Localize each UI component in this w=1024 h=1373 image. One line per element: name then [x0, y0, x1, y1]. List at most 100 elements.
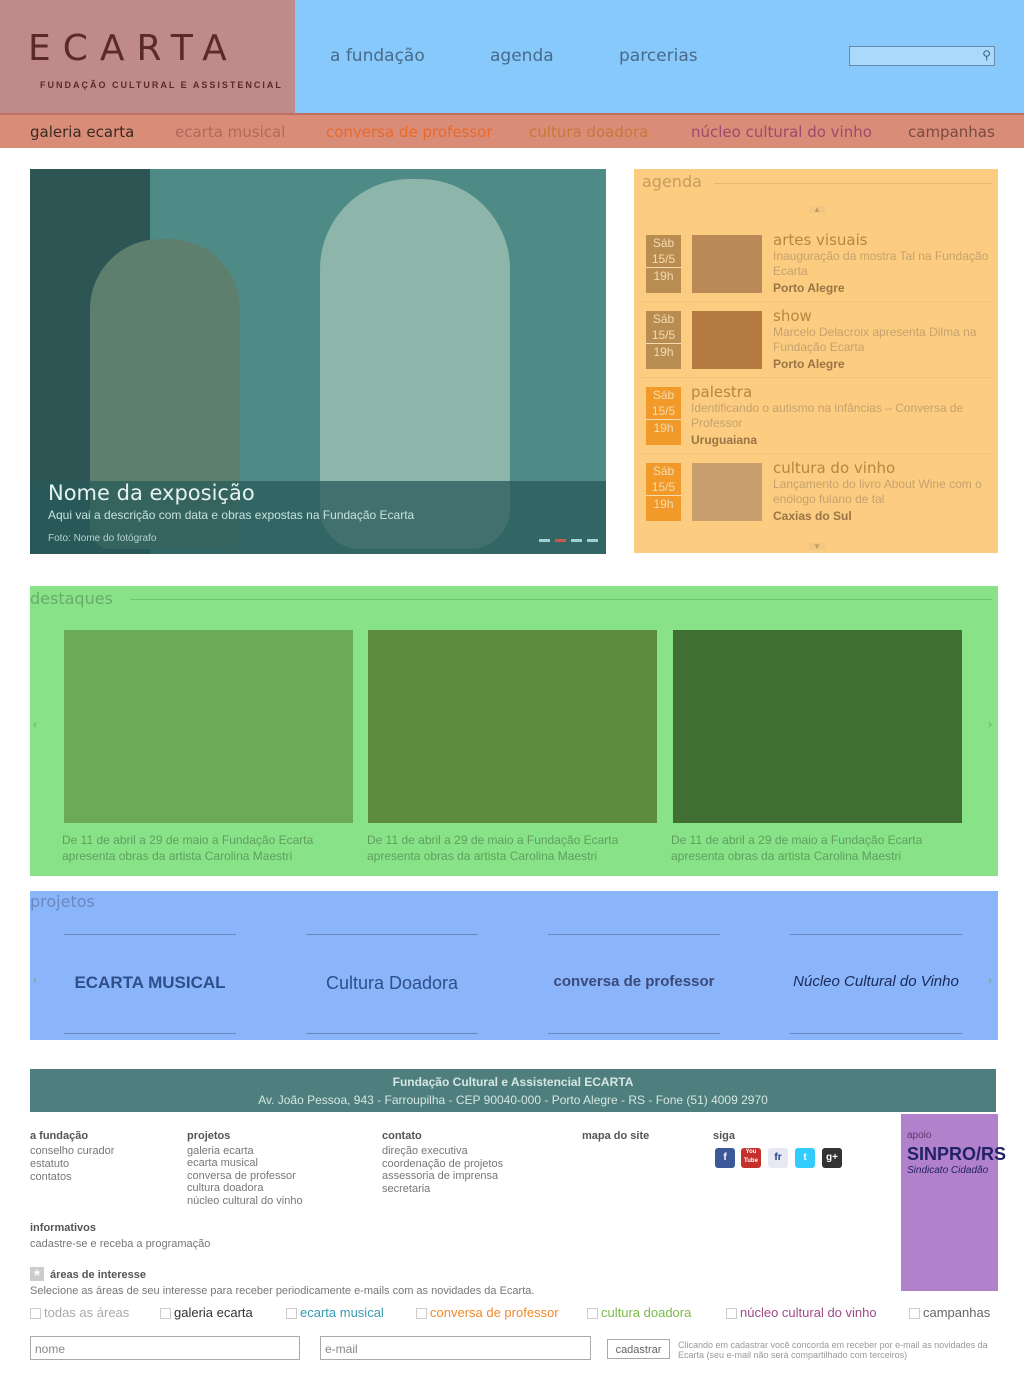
footer-link[interactable]: ecarta musical	[187, 1157, 258, 1169]
agenda-category: artes visuais	[773, 231, 868, 249]
newsletter-text: cadastre-se e receba a programação	[30, 1238, 211, 1250]
slide-dot[interactable]	[539, 539, 550, 542]
agenda-item[interactable]: Sáb 15/5 19h artes visuais Inauguração da …	[642, 229, 994, 302]
organization-address: Av. João Pessoa, 943 - Farroupilha - CEP…	[258, 1093, 768, 1107]
checkbox-conversa-de-professor[interactable]: conversa de professor	[416, 1305, 559, 1320]
name-field[interactable]: nome	[30, 1336, 300, 1360]
footer-address-bar: Fundação Cultural e Assistencial ECARTA …	[30, 1069, 996, 1112]
footer-link[interactable]: contatos	[30, 1171, 72, 1183]
logo: ECARTA	[28, 28, 239, 69]
agenda-place: Porto Alegre	[773, 281, 845, 295]
checkbox-cultura-doadora[interactable]: cultura doadora	[587, 1305, 691, 1320]
next-arrow-icon[interactable]: ›	[985, 973, 995, 991]
hero-slideshow[interactable]: Nome da exposição Aqui vai a descrição c…	[30, 169, 606, 554]
destaque-caption[interactable]: De 11 de abril a 29 de maio a Fundação E…	[367, 832, 659, 864]
checkbox-ecarta-musical[interactable]: ecarta musical	[286, 1305, 384, 1320]
sponsor-box[interactable]: apoio SINPRO/RS Sindicato Cidadão	[901, 1114, 1006, 1291]
agenda-date: Sáb 15/5 19h	[646, 463, 681, 521]
projetos-section: projetos ‹ ECARTA MUSICAL Cultura Doador…	[30, 891, 998, 1040]
facebook-icon[interactable]: f	[715, 1148, 735, 1168]
destaque-image[interactable]	[368, 630, 657, 823]
checkbox-todas-as-areas[interactable]: todas as áreas	[30, 1305, 129, 1320]
google-plus-icon[interactable]: g+	[822, 1148, 842, 1168]
footer-link[interactable]: cultura doadora	[187, 1182, 263, 1194]
subnav-ecarta-musical[interactable]: ecarta musical	[175, 123, 285, 141]
agenda-item[interactable]: Sáb 15/5 19h cultura do vinho Lançamento d…	[642, 457, 994, 529]
agenda-thumbnail	[692, 311, 762, 369]
prev-arrow-icon[interactable]: ‹	[30, 973, 40, 991]
subscribe-notice: Clicando em cadastrar você concorda em r…	[678, 1340, 988, 1360]
footer-link[interactable]: núcleo cultural do vinho	[187, 1195, 303, 1207]
agenda-item[interactable]: Sáb 15/5 19h show Marcelo Delacroix aprese…	[642, 305, 994, 378]
checkbox-nucleo-cultural-do-vinho[interactable]: núcleo cultural do vinho	[726, 1305, 877, 1320]
scroll-up-icon[interactable]: ▲	[809, 206, 825, 214]
prev-arrow-icon[interactable]: ‹	[30, 717, 40, 735]
slide-dot[interactable]	[571, 539, 582, 542]
destaque-image[interactable]	[673, 630, 962, 823]
checkbox-galeria-ecarta[interactable]: galeria ecarta	[160, 1305, 253, 1320]
project-logo-nucleo-cultural-do-vinho[interactable]: Núcleo Cultural do Vinho	[790, 934, 962, 1034]
agenda-category: palestra	[691, 383, 753, 401]
search-input[interactable]: ⚲	[849, 46, 995, 66]
search-icon[interactable]: ⚲	[982, 48, 991, 62]
footer-link[interactable]: estatuto	[30, 1158, 69, 1170]
agenda-title: agenda	[642, 172, 702, 191]
nav-agenda[interactable]: agenda	[490, 46, 554, 66]
nav-parcerias[interactable]: parcerias	[619, 46, 698, 66]
interest-areas-text: Selecione as áreas de seu interesse para…	[30, 1285, 535, 1297]
subnav-galeria-ecarta[interactable]: galeria ecarta	[30, 123, 134, 141]
destaque-caption[interactable]: De 11 de abril a 29 de maio a Fundação E…	[671, 832, 963, 864]
agenda-description: Identificando o autismo na infâncias – C…	[691, 401, 964, 430]
hero-title: Nome da exposição	[48, 481, 255, 505]
youtube-icon[interactable]: You Tube	[741, 1148, 761, 1168]
destaques-title: destaques	[30, 589, 113, 608]
footer-col-title[interactable]: projetos	[187, 1130, 230, 1142]
slide-dot[interactable]	[587, 539, 598, 542]
subnav-cultura-doadora[interactable]: cultura doadora	[529, 123, 648, 141]
footer-link[interactable]: direção executiva	[382, 1145, 468, 1157]
sponsor-logo: SINPRO/RS	[907, 1144, 1007, 1164]
project-logo-conversa-de-professor[interactable]: conversa de professor	[548, 934, 720, 1034]
destaque-image[interactable]	[64, 630, 353, 823]
agenda-date: Sáb 15/5 19h	[646, 235, 681, 293]
flickr-icon[interactable]: fr	[768, 1148, 788, 1168]
footer-link[interactable]: coordenação de projetos	[382, 1158, 503, 1170]
projetos-title: projetos	[30, 892, 95, 911]
agenda-place: Uruguaiana	[691, 433, 758, 447]
subscribe-button[interactable]: cadastrar	[607, 1339, 670, 1359]
hero-description: Aqui vai a descrição com data e obras ex…	[48, 508, 415, 522]
section-navigation: galeria ecarta ecarta musical conversa d…	[0, 113, 1024, 148]
destaque-caption[interactable]: De 11 de abril a 29 de maio a Fundação E…	[62, 832, 354, 864]
subnav-campanhas[interactable]: campanhas	[908, 123, 995, 141]
footer-link[interactable]: secretaria	[382, 1183, 430, 1195]
subnav-conversa-de-professor[interactable]: conversa de professor	[326, 123, 493, 141]
slide-dot-active[interactable]	[555, 539, 566, 542]
footer-col-title[interactable]: a fundação	[30, 1130, 88, 1142]
agenda-item[interactable]: Sáb 15/5 19h palestra Identificando o auti…	[642, 381, 994, 454]
checkbox-campanhas[interactable]: campanhas	[909, 1305, 990, 1320]
project-logo-cultura-doadora[interactable]: Cultura Doadora	[306, 934, 478, 1034]
agenda-thumbnail	[692, 463, 762, 521]
agenda-description: Inauguração da mostra Tal na Fundação Ec…	[773, 249, 989, 278]
logo-area[interactable]: ECARTA FUNDAÇÃO CULTURAL E ASSISTENCIAL	[0, 0, 295, 113]
divider	[130, 599, 992, 600]
footer-link[interactable]: conselho curador	[30, 1145, 114, 1157]
organization-name: Fundação Cultural e Assistencial ECARTA	[392, 1075, 634, 1089]
star-icon: ★	[30, 1267, 44, 1281]
project-logo-ecarta-musical[interactable]: ECARTA MUSICAL	[64, 934, 236, 1034]
agenda-description: Marcelo Delacroix apresenta Dilma na Fun…	[773, 325, 977, 354]
agenda-place: Caxias do Sul	[773, 509, 852, 523]
subnav-nucleo-cultural-do-vinho[interactable]: núcleo cultural do vinho	[691, 123, 872, 141]
footer-link[interactable]: galeria ecarta	[187, 1145, 254, 1157]
next-arrow-icon[interactable]: ›	[985, 717, 995, 735]
follow-title: siga	[713, 1130, 736, 1142]
footer-col-title[interactable]: contato	[382, 1130, 422, 1142]
nav-a-fundacao[interactable]: a fundação	[330, 46, 425, 66]
sitemap-link[interactable]: mapa do site	[582, 1130, 649, 1142]
scroll-down-icon[interactable]: ▼	[809, 543, 825, 551]
agenda-panel: agenda ▲ Sáb 15/5 19h artes visuais Inaugu…	[634, 169, 998, 553]
twitter-icon[interactable]: t	[795, 1148, 815, 1168]
footer-link[interactable]: conversa de professor	[187, 1170, 296, 1182]
footer-link[interactable]: assessoria de imprensa	[382, 1170, 498, 1182]
email-field[interactable]: e-mail	[320, 1336, 591, 1360]
